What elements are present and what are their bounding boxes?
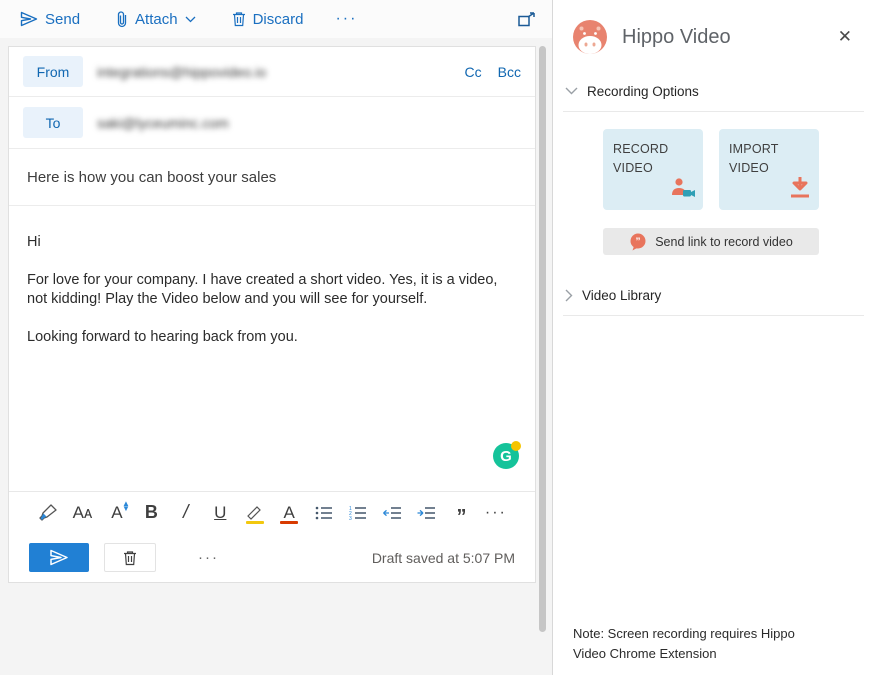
draft-saved-status: Draft saved at 5:07 PM xyxy=(372,550,515,566)
decrease-indent-icon[interactable] xyxy=(380,500,406,526)
font-size-icon[interactable]: A ▲▼ xyxy=(104,500,130,526)
attach-label: Attach xyxy=(135,11,178,28)
underline-icon[interactable]: U xyxy=(207,500,233,526)
format-painter-icon[interactable] xyxy=(35,500,61,526)
bold-icon[interactable]: B xyxy=(138,500,164,526)
body-paragraph: Looking forward to hearing back from you… xyxy=(27,328,517,347)
extension-note: Note: Screen recording requires Hippo Vi… xyxy=(573,624,831,664)
recording-cards: RECORD VIDEO IMPORT VIDEO xyxy=(553,112,874,210)
chevron-down-icon xyxy=(185,16,196,23)
send-link-label: Send link to record video xyxy=(655,235,793,249)
compose-pane: Send Attach Discard ··· From integration… xyxy=(0,0,553,675)
close-icon[interactable]: ✕ xyxy=(838,27,852,47)
panel-title: Hippo Video xyxy=(622,26,731,49)
message-body[interactable]: Hi For love for your company. I have cre… xyxy=(9,206,535,491)
video-library-label: Video Library xyxy=(582,288,661,303)
body-paragraph: For love for your company. I have create… xyxy=(27,271,517,309)
speech-bubble-icon: ” xyxy=(629,233,647,251)
italic-icon[interactable]: / xyxy=(173,500,199,526)
from-address: integrations@hippovideo.io xyxy=(97,64,266,80)
toolbar-more-button[interactable]: ··· xyxy=(335,10,357,28)
formatting-toolbar: Aᴀ A ▲▼ B / U A 123 xyxy=(9,491,535,533)
compose-toolbar: Send Attach Discard ··· xyxy=(0,0,552,38)
body-greeting: Hi xyxy=(27,233,517,252)
compose-action-bar: ··· Draft saved at 5:07 PM xyxy=(9,533,535,582)
cc-button[interactable]: Cc xyxy=(465,64,482,80)
svg-text:3: 3 xyxy=(349,516,352,520)
highlight-icon[interactable] xyxy=(242,500,268,526)
import-video-label: IMPORT VIDEO xyxy=(729,140,784,179)
numbered-list-icon[interactable]: 123 xyxy=(345,500,371,526)
section-divider xyxy=(563,315,864,316)
to-row: To saki@lyceuminc.com xyxy=(9,97,535,149)
send-menu-button[interactable]: Send xyxy=(20,11,80,28)
chevron-down-icon xyxy=(565,87,578,95)
video-library-header[interactable]: Video Library xyxy=(553,278,874,312)
grammarly-icon[interactable]: G xyxy=(493,443,519,469)
import-video-card[interactable]: IMPORT VIDEO xyxy=(719,129,819,210)
to-button[interactable]: To xyxy=(23,107,83,138)
svg-text:”: ” xyxy=(636,236,641,247)
download-icon xyxy=(789,176,811,203)
recording-options-label: Recording Options xyxy=(587,84,699,99)
trash-icon xyxy=(232,11,246,27)
panel-header: Hippo Video ✕ xyxy=(553,0,874,74)
compose-card: From integrations@hippovideo.io Cc Bcc T… xyxy=(8,46,536,583)
record-video-label: RECORD VIDEO xyxy=(613,140,668,179)
bcc-button[interactable]: Bcc xyxy=(498,64,521,80)
record-video-card[interactable]: RECORD VIDEO xyxy=(603,129,703,210)
send-plane-icon xyxy=(20,11,38,27)
chevron-right-icon xyxy=(565,289,573,302)
hippo-video-logo-icon xyxy=(573,20,607,54)
person-camera-icon xyxy=(669,177,695,203)
hippo-video-panel: Hippo Video ✕ Recording Options RECORD V… xyxy=(553,0,874,675)
quote-icon[interactable]: ” xyxy=(448,500,474,526)
subject-input[interactable]: Here is how you can boost your sales xyxy=(9,149,535,206)
vertical-scrollbar[interactable] xyxy=(539,46,546,632)
discard-label: Discard xyxy=(253,11,304,28)
popout-icon[interactable] xyxy=(518,12,536,27)
increase-indent-icon[interactable] xyxy=(414,500,440,526)
from-button[interactable]: From xyxy=(23,56,83,87)
attach-button[interactable]: Attach xyxy=(116,11,196,28)
font-color-icon[interactable]: A xyxy=(276,500,302,526)
actionbar-more-button[interactable]: ··· xyxy=(198,549,219,566)
from-row: From integrations@hippovideo.io Cc Bcc xyxy=(9,47,535,97)
paperclip-icon xyxy=(116,11,128,28)
recording-options-header[interactable]: Recording Options xyxy=(553,74,874,108)
format-more-icon[interactable]: ··· xyxy=(483,500,509,526)
font-icon[interactable]: Aᴀ xyxy=(69,500,95,526)
bullet-list-icon[interactable] xyxy=(311,500,337,526)
send-link-button[interactable]: ” Send link to record video xyxy=(603,228,819,255)
discard-button[interactable]: Discard xyxy=(232,11,304,28)
delete-draft-button[interactable] xyxy=(104,543,156,572)
send-button[interactable] xyxy=(29,543,89,572)
to-address: saki@lyceuminc.com xyxy=(97,115,229,131)
send-label: Send xyxy=(45,11,80,28)
grammarly-status-dot xyxy=(511,441,521,451)
